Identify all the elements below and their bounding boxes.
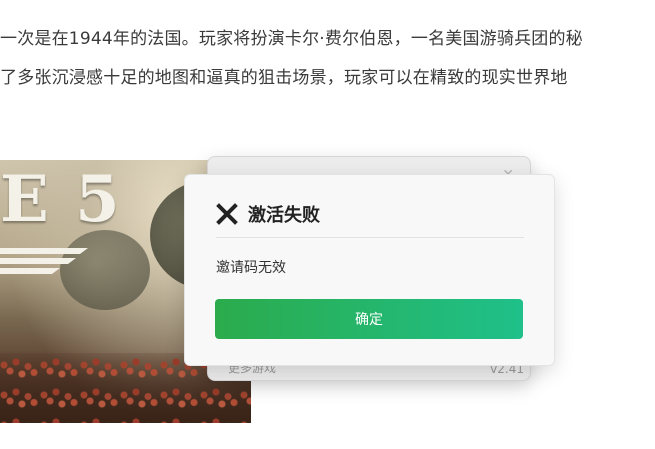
dialog-header: 激活失败 — [216, 201, 320, 227]
dialog-divider — [216, 237, 524, 238]
dialog-message: 邀请码无效 — [216, 260, 286, 276]
article-text-line-1: 一次是在1944年的法国。玩家将扮演卡尔·费尔伯恩，一名美国游骑兵团的秘 — [0, 29, 583, 49]
logo-wings-icon — [0, 248, 88, 274]
article-text-line-2: 了多张沉浸感十足的地图和逼真的狙击场景，玩家可以在精致的现实世界地 — [0, 68, 568, 88]
confirm-button[interactable]: 确定 — [215, 299, 523, 339]
dialog-title: 激活失败 — [248, 205, 320, 226]
game-logo: E 5 — [0, 162, 122, 237]
close-x-icon — [216, 203, 238, 225]
activation-failed-dialog: 激活失败 邀请码无效 确定 — [184, 174, 555, 366]
